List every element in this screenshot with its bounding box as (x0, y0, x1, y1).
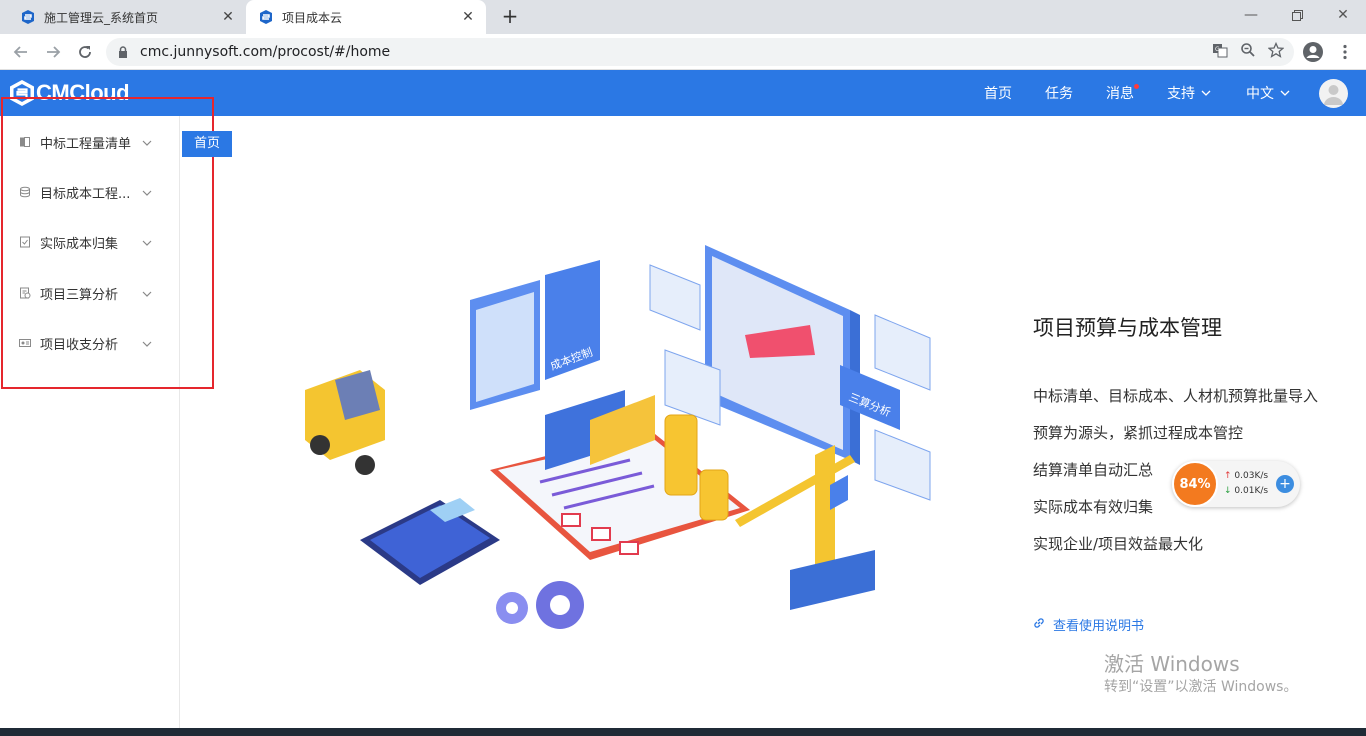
profile-icon[interactable] (1300, 39, 1326, 65)
logo-text: CMCloud (36, 80, 130, 105)
analysis-icon (18, 286, 32, 300)
feature-item: 预算为源头，紧抓过程成本管控 (1033, 424, 1244, 442)
income-icon (18, 336, 32, 350)
download-rate: ↓ 0.01K/s (1224, 486, 1268, 496)
windows-activation-hint: 转到“设置”以激活 Windows。 (1104, 679, 1298, 695)
lock-icon (118, 43, 128, 62)
url-text: cmc.junnysoft.com/procost/#/home (140, 44, 391, 60)
nav-home[interactable]: 首页 (984, 70, 1012, 116)
upload-rate: ↑ 0.03K/s (1224, 471, 1268, 481)
database-icon (18, 185, 32, 199)
sidebar-menu: 中标工程量清单 目标成本工程... 实际成本归集 项目三算分析 项目收支分析 (0, 116, 180, 730)
os-taskbar (0, 728, 1366, 736)
tab-title: 施工管理云_系统首页 (44, 10, 159, 25)
browser-tab-strip: 施工管理云_系统首页 ✕ 项目成本云 ✕ + — ✕ (0, 0, 1366, 34)
browser-toolbar: cmc.junnysoft.com/procost/#/home G (0, 34, 1366, 70)
new-tab-button[interactable]: + (498, 4, 522, 28)
close-tab-icon[interactable]: ✕ (456, 9, 480, 25)
widget-plus-icon[interactable]: + (1276, 475, 1294, 493)
browser-tab-project-cost-cloud[interactable]: 项目成本云 ✕ (246, 0, 486, 34)
user-manual-link[interactable]: 查看使用说明书 (1033, 615, 1144, 634)
user-avatar[interactable] (1319, 79, 1348, 108)
chevron-down-icon (142, 287, 152, 300)
book-icon (18, 135, 32, 149)
feature-item: 实现企业/项目效益最大化 (1033, 535, 1204, 553)
sidebar-item-label: 实际成本归集 (40, 236, 119, 252)
feature-item: 结算清单自动汇总 (1033, 461, 1154, 479)
download-rate-value: 0.01K/s (1234, 486, 1269, 496)
app-header: CMCloud 首页 任务 消息 支持 中文 (0, 70, 1366, 116)
tab-title: 项目成本云 (282, 10, 343, 25)
sidebar-item-label: 目标成本工程... (40, 186, 131, 202)
chevron-down-icon (142, 337, 152, 350)
sidebar-item-income-expense-analysis[interactable]: 项目收支分析 (0, 318, 180, 368)
sidebar-item-target-cost[interactable]: 目标成本工程... (0, 167, 180, 217)
cmcloud-logo[interactable]: CMCloud (8, 79, 130, 107)
language-label: 中文 (1246, 86, 1274, 102)
language-selector[interactable]: 中文 (1246, 70, 1290, 116)
browser-tab-construction-cloud[interactable]: 施工管理云_系统首页 ✕ (8, 0, 246, 34)
link-icon (1033, 617, 1045, 633)
intro-title: 项目预算与成本管理 (1033, 316, 1222, 340)
chevron-down-icon (142, 236, 152, 249)
nav-support-label: 支持 (1167, 86, 1195, 102)
chevron-down-icon (1201, 88, 1211, 99)
feature-item: 实际成本有效归集 (1033, 498, 1154, 516)
forward-icon[interactable] (40, 39, 66, 65)
close-tab-icon[interactable]: ✕ (216, 9, 240, 25)
tab-home[interactable]: 首页 (182, 131, 233, 157)
network-speed-widget[interactable]: 84% ↑ 0.03K/s ↓ 0.01K/s + (1172, 461, 1300, 507)
sidebar-item-label: 项目收支分析 (40, 337, 119, 353)
arrow-up-icon: ↑ (1224, 471, 1232, 481)
site-favicon-icon (20, 9, 36, 25)
close-window-icon[interactable]: ✕ (1320, 0, 1366, 30)
browser-menu-icon[interactable] (1332, 39, 1358, 65)
sidebar-item-label: 项目三算分析 (40, 287, 119, 303)
restore-icon[interactable] (1274, 0, 1320, 30)
reload-icon[interactable] (72, 39, 98, 65)
back-icon[interactable] (8, 39, 34, 65)
memory-usage-percent: 84% (1172, 461, 1218, 507)
site-favicon-icon (258, 9, 274, 25)
sidebar-item-three-calc-analysis[interactable]: 项目三算分析 (0, 268, 180, 318)
cost-management-illustration: 成本控制 三算分析 (305, 245, 931, 629)
translate-icon[interactable]: G (1212, 42, 1228, 62)
feature-item: 中标清单、目标成本、人材机预算批量导入 (1033, 387, 1319, 405)
bookmark-star-icon[interactable] (1267, 41, 1285, 62)
chevron-down-icon (142, 136, 152, 149)
sidebar-item-label: 中标工程量清单 (40, 136, 132, 152)
unread-badge (1134, 84, 1139, 89)
logo-icon (10, 80, 34, 106)
nav-tasks[interactable]: 任务 (1045, 70, 1073, 116)
user-manual-label: 查看使用说明书 (1053, 619, 1145, 634)
sidebar-item-actual-cost[interactable]: 实际成本归集 (0, 217, 180, 267)
document-check-icon (18, 235, 32, 249)
zoom-icon[interactable] (1240, 42, 1256, 62)
arrow-down-icon: ↓ (1224, 486, 1232, 496)
address-bar[interactable]: cmc.junnysoft.com/procost/#/home G (106, 38, 1294, 66)
svg-text:G: G (1215, 46, 1220, 53)
windows-activation-title: 激活 Windows (1104, 652, 1240, 676)
chevron-down-icon (142, 186, 152, 199)
sidebar-item-bid-quantity-list[interactable]: 中标工程量清单 (0, 117, 180, 167)
nav-support[interactable]: 支持 (1167, 70, 1211, 116)
chevron-down-icon (1280, 88, 1290, 99)
minimize-icon[interactable]: — (1228, 0, 1274, 30)
nav-messages[interactable]: 消息 (1106, 70, 1134, 116)
upload-rate-value: 0.03K/s (1234, 471, 1269, 481)
